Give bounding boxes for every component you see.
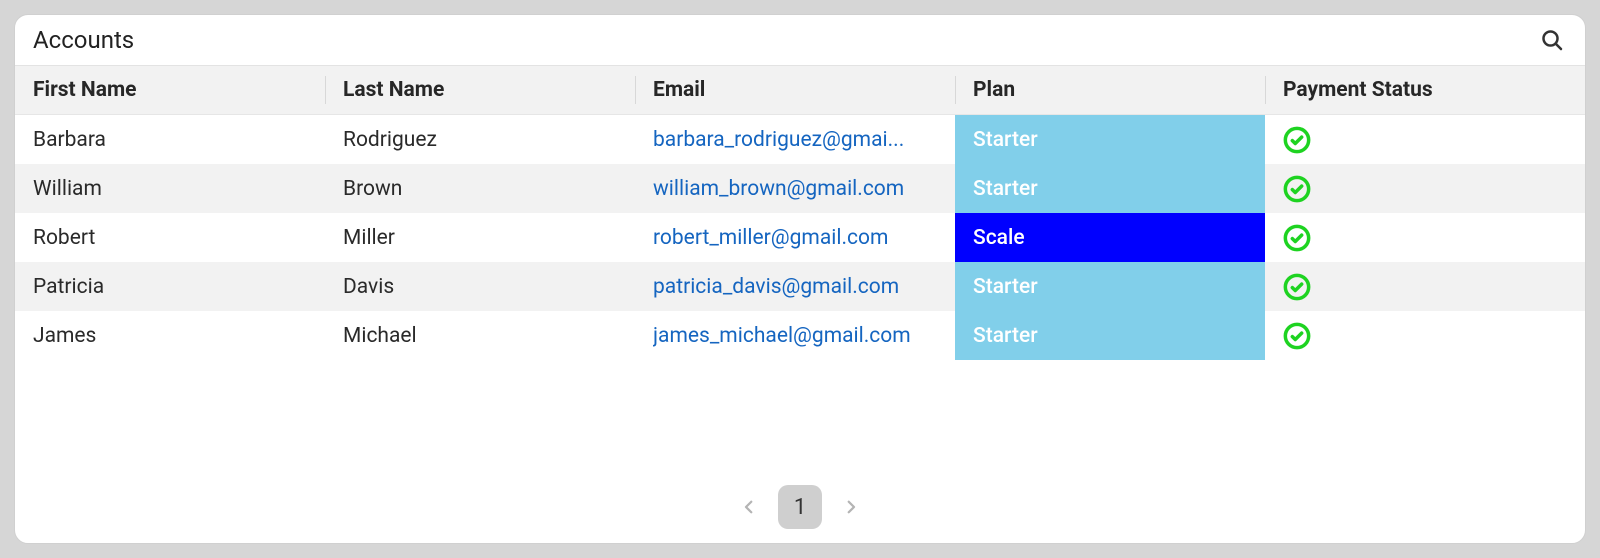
accounts-panel: Accounts First Name Last Name Email Plan… (14, 14, 1586, 544)
cell-first-name: Barbara (15, 115, 325, 164)
column-header-email[interactable]: Email (635, 66, 955, 114)
table-row[interactable]: Barbara Rodriguez barbara_rodriguez@gmai… (15, 115, 1585, 164)
email-link[interactable]: william_brown@gmail.com (653, 177, 904, 201)
cell-email: james_michael@gmail.com (635, 311, 955, 360)
column-header-last-name[interactable]: Last Name (325, 66, 635, 114)
cell-email: patricia_davis@gmail.com (635, 262, 955, 311)
cell-payment-status (1265, 311, 1585, 360)
pager-prev-button[interactable] (732, 490, 766, 524)
cell-first-name: William (15, 164, 325, 213)
check-circle-icon (1283, 322, 1311, 350)
chevron-right-icon (842, 498, 860, 516)
cell-payment-status (1265, 213, 1585, 262)
check-circle-icon (1283, 273, 1311, 301)
cell-first-name: Robert (15, 213, 325, 262)
cell-first-name: Patricia (15, 262, 325, 311)
check-circle-icon (1283, 224, 1311, 252)
chevron-left-icon (740, 498, 758, 516)
table-header: First Name Last Name Email Plan Payment … (15, 66, 1585, 115)
cell-payment-status (1265, 164, 1585, 213)
cell-last-name: Davis (325, 262, 635, 311)
check-circle-icon (1283, 126, 1311, 154)
check-circle-icon (1283, 175, 1311, 203)
panel-title: Accounts (33, 26, 134, 54)
cell-plan: Starter (955, 115, 1265, 164)
cell-payment-status (1265, 115, 1585, 164)
email-link[interactable]: barbara_rodriguez@gmai... (653, 128, 904, 152)
search-icon (1540, 28, 1564, 52)
cell-last-name: Rodriguez (325, 115, 635, 164)
cell-payment-status (1265, 262, 1585, 311)
cell-plan: Starter (955, 262, 1265, 311)
search-button[interactable] (1537, 25, 1567, 55)
table-row[interactable]: Robert Miller robert_miller@gmail.com Sc… (15, 213, 1585, 262)
cell-first-name: James (15, 311, 325, 360)
panel-header: Accounts (15, 15, 1585, 66)
cell-plan: Scale (955, 213, 1265, 262)
cell-last-name: Miller (325, 213, 635, 262)
column-header-plan[interactable]: Plan (955, 66, 1265, 114)
email-link[interactable]: james_michael@gmail.com (653, 324, 911, 348)
table-row[interactable]: James Michael james_michael@gmail.com St… (15, 311, 1585, 360)
cell-plan: Starter (955, 164, 1265, 213)
cell-plan: Starter (955, 311, 1265, 360)
table-row[interactable]: Patricia Davis patricia_davis@gmail.com … (15, 262, 1585, 311)
email-link[interactable]: robert_miller@gmail.com (653, 226, 888, 250)
cell-last-name: Michael (325, 311, 635, 360)
table-body: Barbara Rodriguez barbara_rodriguez@gmai… (15, 115, 1585, 471)
cell-email: william_brown@gmail.com (635, 164, 955, 213)
column-header-payment-status[interactable]: Payment Status (1265, 66, 1585, 114)
column-header-first-name[interactable]: First Name (15, 66, 325, 114)
cell-email: barbara_rodriguez@gmai... (635, 115, 955, 164)
pagination: 1 (15, 471, 1585, 543)
cell-email: robert_miller@gmail.com (635, 213, 955, 262)
cell-last-name: Brown (325, 164, 635, 213)
email-link[interactable]: patricia_davis@gmail.com (653, 275, 899, 299)
pager-next-button[interactable] (834, 490, 868, 524)
table-row[interactable]: William Brown william_brown@gmail.com St… (15, 164, 1585, 213)
pager-page-current[interactable]: 1 (778, 485, 822, 529)
